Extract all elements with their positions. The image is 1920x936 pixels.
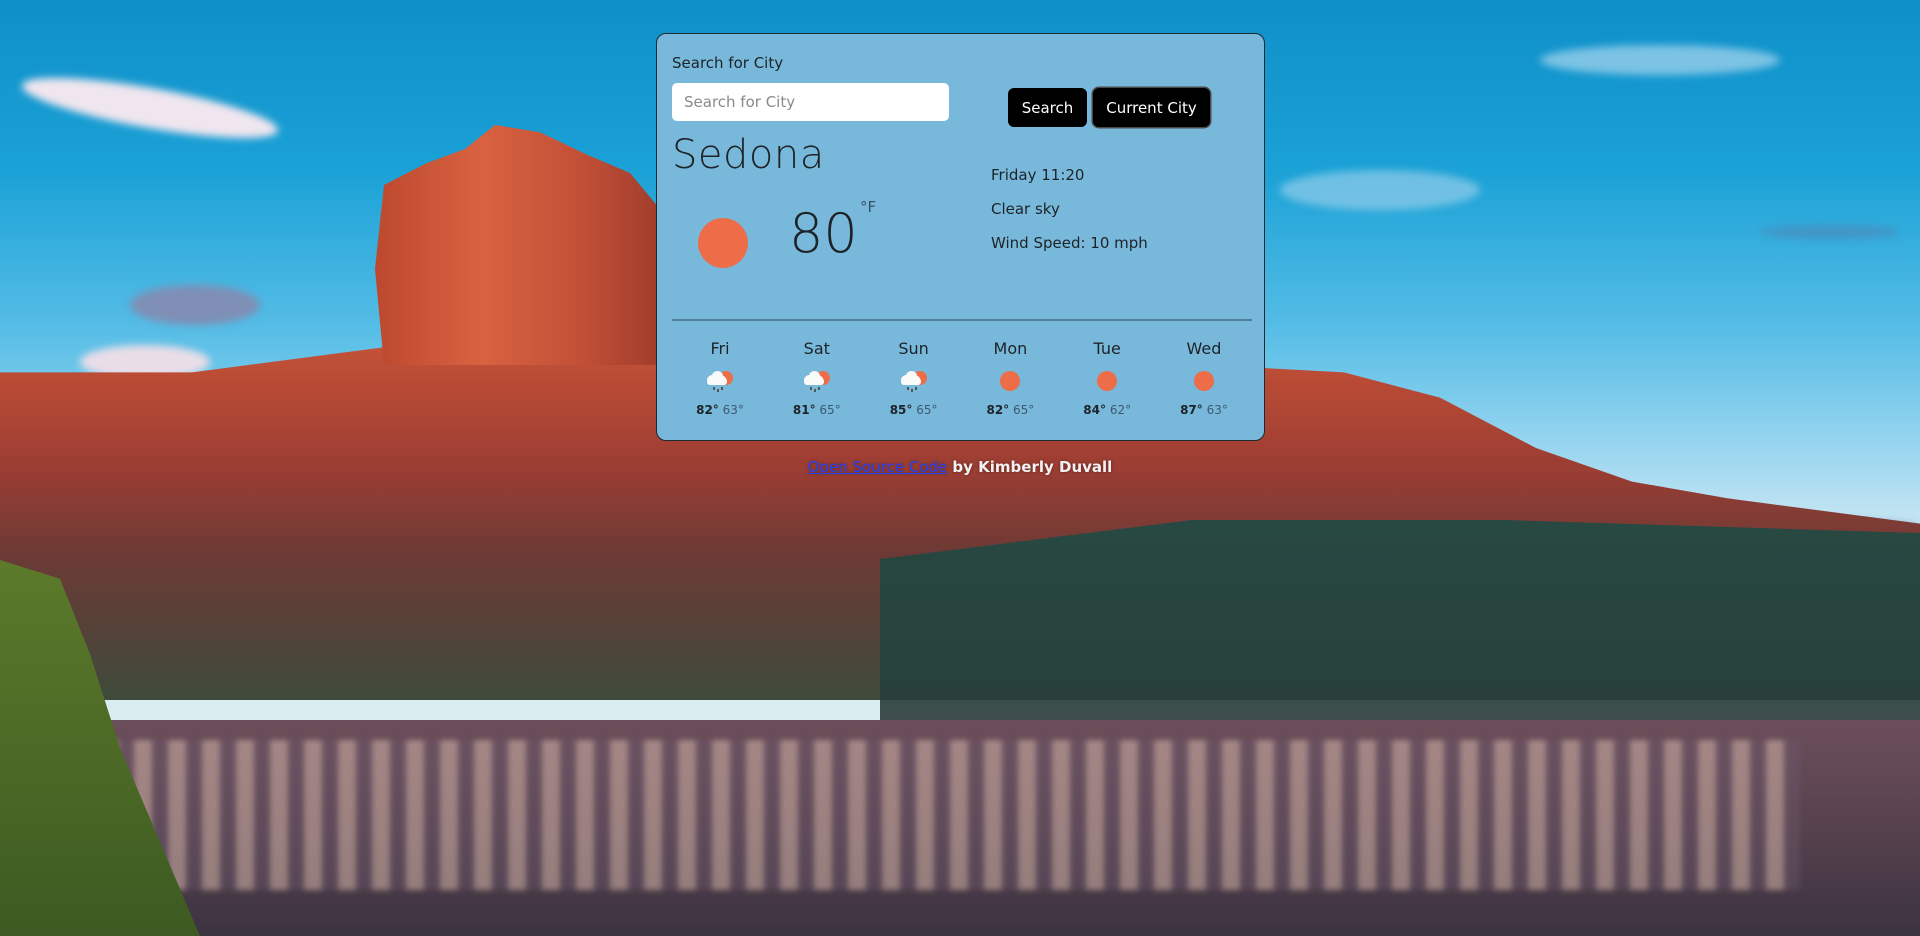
forecast-low: 65° (819, 403, 841, 417)
rain-sun-icon (900, 371, 927, 393)
search-button[interactable]: Search (1008, 88, 1087, 127)
cloud (130, 285, 260, 325)
author-credit: by Kimberly Duvall (947, 458, 1113, 476)
rain-drop (721, 387, 723, 390)
forecast-high: 82° (696, 403, 719, 417)
forecast-day-name: Wed (1186, 339, 1222, 358)
weather-description: Clear sky (991, 200, 1060, 218)
forecast-day-name: Tue (1093, 339, 1121, 358)
cloud-shape (712, 371, 723, 381)
forecast-high: 84° (1083, 403, 1106, 417)
forecast-temps: 87° 63° (1180, 403, 1228, 417)
forecast-low: 65° (916, 403, 938, 417)
forecast-temps: 81° 65° (793, 403, 841, 417)
forecast-low: 63° (1206, 403, 1228, 417)
bare-trees (100, 740, 1800, 890)
cloud (1540, 45, 1780, 75)
forecast-high: 81° (792, 403, 816, 417)
forecast-high: 82° (986, 403, 1010, 417)
weather-details: Friday 11:20 Clear sky Wind Speed: 10 mp… (991, 164, 1148, 266)
rain-drop (813, 389, 816, 392)
sun-shape (1000, 371, 1021, 391)
cloud (1280, 170, 1480, 210)
search-label: Search for City (672, 54, 784, 72)
forecast-low: 62° (1109, 403, 1132, 417)
temperature-unit: °F (860, 198, 877, 216)
forecast-day: Mon 82° 65° (962, 339, 1058, 417)
forecast-day-name: Sat (803, 339, 830, 358)
weather-card: Search for City Search Current City Sedo… (656, 33, 1265, 441)
forecast-day: Fri 82° 63° (672, 339, 768, 417)
forecast-high: 85° (889, 403, 913, 417)
city-search-input[interactable] (672, 83, 949, 121)
rain-drop (910, 389, 913, 392)
rain-sun-icon (803, 371, 830, 393)
forecast-day-name: Mon (993, 339, 1028, 358)
rain-drop (717, 389, 719, 392)
sun-icon (997, 371, 1023, 393)
forecast-row: Fri 82° 63° Sat 81° 65° Sun 85° 65° Mon … (672, 339, 1252, 417)
forecast-day: Tue 84° 62° (1059, 339, 1155, 417)
sun-shape (1193, 371, 1214, 391)
forecast-day: Sun 85° 65° (866, 339, 962, 417)
forecast-low: 65° (1013, 403, 1035, 417)
sun-icon (1191, 371, 1217, 393)
rain-drop (906, 387, 909, 390)
current-temperature: 80 (789, 202, 858, 265)
open-source-code-link[interactable]: Open Source Code (808, 458, 948, 476)
forecast-high: 87° (1180, 403, 1203, 417)
forecast-temps: 85° 65° (890, 403, 938, 417)
divider (672, 319, 1252, 321)
forecast-temps: 82° 63° (696, 403, 744, 417)
forecast-day-name: Sun (898, 339, 929, 358)
wind-speed: Wind Speed: 10 mph (991, 234, 1148, 252)
rain-drop (914, 387, 917, 390)
current-city-button[interactable]: Current City (1093, 88, 1210, 127)
footer-credit: Open Source Code by Kimberly Duvall (0, 458, 1920, 476)
forecast-temps: 84° 62° (1083, 403, 1131, 417)
forecast-day: Sat 81° 65° (769, 339, 865, 417)
sun-shape (1097, 371, 1118, 391)
forecast-day: Wed 87° 63° (1156, 339, 1252, 417)
cloud (1760, 225, 1900, 239)
rain-sun-icon (707, 371, 733, 393)
rain-drop (817, 387, 820, 390)
forecast-day-name: Fri (710, 339, 730, 358)
sun-icon (1094, 371, 1120, 393)
forecast-temps: 82° 65° (986, 403, 1034, 417)
sun-icon (698, 218, 748, 268)
date-time: Friday 11:20 (991, 166, 1085, 184)
rain-drop (809, 387, 812, 390)
city-name: Sedona (672, 132, 825, 178)
rain-drop (713, 387, 715, 390)
cloud-shape (905, 371, 917, 381)
forecast-low: 63° (722, 403, 744, 417)
cloud-shape (808, 371, 820, 381)
